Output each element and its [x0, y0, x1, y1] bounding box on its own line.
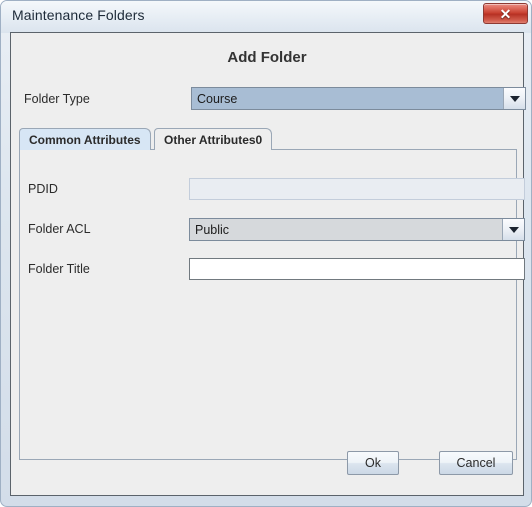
folder-title-label: Folder Title: [28, 262, 90, 276]
close-button[interactable]: ✕: [483, 3, 528, 24]
cancel-button[interactable]: Cancel: [439, 451, 513, 475]
folder-acl-select[interactable]: Public: [189, 218, 525, 241]
folder-title-input[interactable]: [190, 259, 524, 279]
folder-title-field[interactable]: [189, 258, 525, 280]
page-title: Add Folder: [227, 49, 307, 66]
pdid-label: PDID: [28, 182, 58, 196]
chevron-down-glyph: [509, 95, 520, 102]
pdid-input: [190, 179, 524, 199]
chevron-down-icon[interactable]: [503, 88, 525, 109]
folder-type-value: Course: [192, 88, 503, 109]
chevron-down-glyph: [508, 226, 519, 233]
dialog-client-area: Add Folder Folder Type Course Common Att…: [10, 32, 526, 496]
tab-common-attributes[interactable]: Common Attributes: [19, 128, 151, 150]
close-icon: ✕: [499, 5, 512, 22]
tab-other-attributes[interactable]: Other Attributes0: [154, 128, 273, 150]
title-bar: Maintenance Folders ✕: [1, 1, 531, 31]
maintenance-folders-window: Maintenance Folders ✕ Add Folder Folder …: [0, 0, 532, 507]
folder-type-label: Folder Type: [24, 92, 90, 106]
ok-button[interactable]: Ok: [347, 451, 399, 475]
window-title: Maintenance Folders: [12, 7, 145, 23]
dialog-button-bar: Ok Cancel: [11, 435, 523, 495]
chevron-down-icon[interactable]: [502, 219, 524, 240]
pdid-field: [189, 178, 525, 200]
folder-acl-label: Folder ACL: [28, 222, 91, 236]
folder-acl-value: Public: [190, 219, 502, 240]
folder-type-select[interactable]: Course: [191, 87, 526, 110]
